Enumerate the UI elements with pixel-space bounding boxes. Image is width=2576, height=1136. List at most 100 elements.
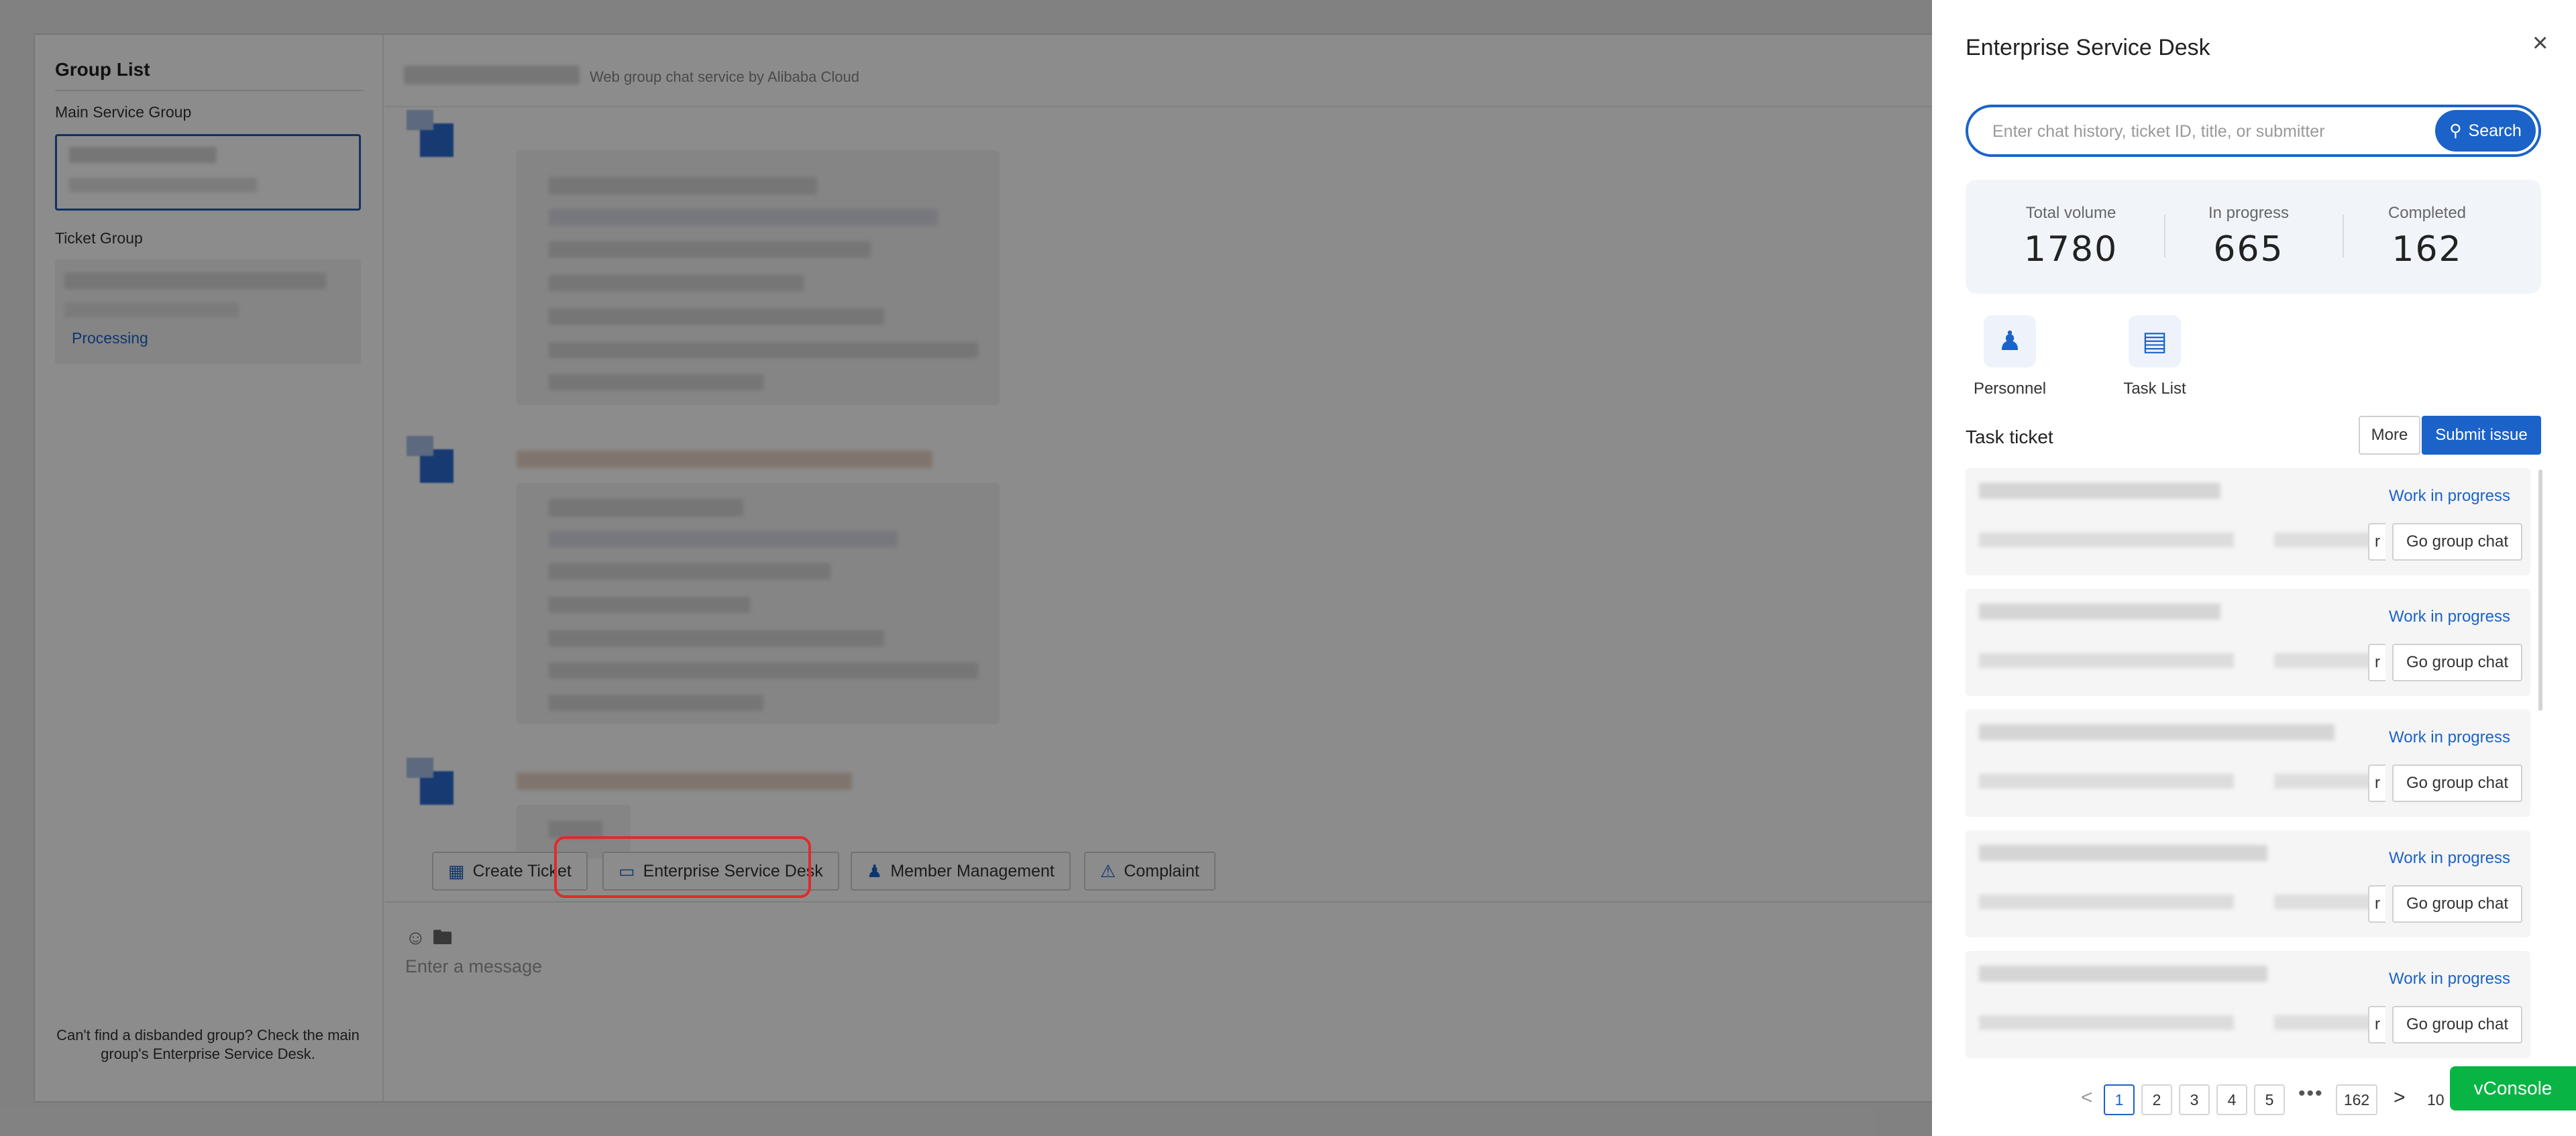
input-toolbar: ☺🖿 bbox=[405, 923, 460, 957]
stat-label: Completed bbox=[2387, 204, 2467, 222]
ticket-group-status: Processing bbox=[72, 329, 148, 347]
blurred-ticket-meta bbox=[1979, 1015, 2234, 1030]
ticket-status: Work in progress bbox=[2389, 608, 2510, 626]
blurred-ticket-title bbox=[1979, 604, 2220, 620]
stat-in-progress: In progress 665 bbox=[2171, 204, 2326, 270]
ticket-secondary-button[interactable]: r bbox=[2368, 764, 2385, 802]
blurred-chat-title bbox=[404, 66, 580, 84]
page-3[interactable]: 3 bbox=[2179, 1084, 2210, 1115]
search-box[interactable]: Enter chat history, ticket ID, title, or… bbox=[1966, 105, 2541, 157]
avatar bbox=[407, 436, 467, 496]
search-input[interactable]: Enter chat history, ticket ID, title, or… bbox=[1992, 122, 2325, 141]
go-group-chat-button[interactable]: Go group chat bbox=[2392, 1006, 2522, 1043]
ticket-item[interactable]: Work in progress r Go group chat bbox=[1966, 709, 2530, 817]
ticket-secondary-button[interactable]: r bbox=[2368, 1006, 2385, 1043]
stat-divider bbox=[2164, 215, 2165, 258]
blurred-sender bbox=[517, 773, 852, 790]
ticket-item[interactable]: Work in progress r Go group chat bbox=[1966, 589, 2530, 696]
group-list-sidebar: Group List Main Service Group Ticket Gro… bbox=[35, 35, 384, 1101]
folder-icon[interactable]: 🖿 bbox=[433, 927, 460, 949]
ticket-status: Work in progress bbox=[2389, 487, 2510, 505]
emoji-icon[interactable]: ☺ bbox=[405, 927, 433, 949]
blurred-ticket-title bbox=[1979, 845, 2267, 861]
stat-completed: Completed 162 bbox=[2350, 204, 2504, 270]
blurred-ticket-meta bbox=[2274, 532, 2381, 547]
more-button[interactable]: More bbox=[2359, 416, 2420, 455]
personnel-label: Personnel bbox=[1973, 380, 2047, 398]
go-group-chat-button[interactable]: Go group chat bbox=[2392, 523, 2522, 561]
blurred-ticket-title bbox=[1979, 483, 2220, 499]
ticket-status: Work in progress bbox=[2389, 728, 2510, 746]
personnel-shortcut[interactable]: ♟ Personnel bbox=[1963, 315, 2057, 398]
task-ticket-heading: Task ticket bbox=[1966, 427, 2053, 447]
main-service-group-label: Main Service Group bbox=[55, 103, 192, 121]
drawer-title: Enterprise Service Desk bbox=[1966, 35, 2210, 60]
blurred-ticket-meta bbox=[1979, 653, 2234, 668]
page-1[interactable]: 1 bbox=[2104, 1084, 2135, 1115]
ticket-stats-panel: Total volume 1780 In progress 665 Comple… bbox=[1966, 180, 2541, 294]
page-5[interactable]: 5 bbox=[2254, 1084, 2285, 1115]
task-list-label: Task List bbox=[2123, 380, 2186, 398]
search-icon: ⚲ bbox=[2449, 121, 2462, 140]
ticket-secondary-button[interactable]: r bbox=[2368, 885, 2385, 923]
blurred-ticket-meta bbox=[1979, 895, 2234, 909]
stat-label: In progress bbox=[2208, 204, 2290, 222]
stat-divider bbox=[2343, 215, 2344, 258]
stat-total-volume: Total volume 1780 bbox=[1994, 204, 2148, 270]
main-service-group-card[interactable] bbox=[55, 134, 361, 211]
user-icon: ♟ bbox=[867, 860, 883, 881]
complaint-label: Complaint bbox=[1124, 861, 1199, 881]
ticket-item[interactable]: Work in progress r Go group chat bbox=[1966, 830, 2530, 938]
go-group-chat-button[interactable]: Go group chat bbox=[2392, 764, 2522, 802]
ticket-secondary-button[interactable]: r bbox=[2368, 523, 2385, 561]
alarm-icon: ⚠ bbox=[1100, 860, 1116, 881]
ticket-group-card[interactable]: Processing bbox=[55, 260, 361, 364]
disbanded-group-hint: Can't find a disbanded group? Check the … bbox=[56, 1027, 360, 1062]
member-management-label: Member Management bbox=[890, 861, 1055, 881]
blurred-ticket-meta bbox=[2274, 774, 2381, 789]
blurred-ticket-group-detail bbox=[64, 302, 239, 317]
chat-message-bubble bbox=[517, 483, 1000, 724]
blurred-ticket-meta bbox=[2274, 1015, 2381, 1030]
complaint-button[interactable]: ⚠ Complaint bbox=[1084, 852, 1216, 891]
vconsole-button[interactable]: vConsole bbox=[2450, 1066, 2576, 1111]
ticket-group-label: Ticket Group bbox=[55, 229, 143, 247]
ticket-list-scrollbar[interactable] bbox=[2538, 469, 2542, 711]
ticket-item[interactable]: Work in progress r Go group chat bbox=[1966, 468, 2530, 575]
ticket-item[interactable]: Work in progress r Go group chat bbox=[1966, 951, 2530, 1058]
blurred-ticket-meta bbox=[1979, 774, 2234, 789]
member-management-button[interactable]: ♟ Member Management bbox=[851, 852, 1071, 891]
close-icon[interactable]: × bbox=[2532, 30, 2548, 56]
blurred-ticket-meta bbox=[1979, 532, 2234, 547]
stat-value: 162 bbox=[2392, 229, 2463, 270]
submit-issue-button[interactable]: Submit issue bbox=[2422, 416, 2541, 455]
chat-subtitle: Web group chat service by Alibaba Cloud bbox=[590, 68, 859, 85]
go-group-chat-button[interactable]: Go group chat bbox=[2392, 885, 2522, 923]
blurred-ticket-group-name bbox=[64, 273, 326, 289]
search-button[interactable]: ⚲ Search bbox=[2435, 110, 2536, 152]
blurred-sender bbox=[517, 451, 932, 468]
task-list-icon: ▤ bbox=[2129, 315, 2181, 367]
blurred-ticket-title bbox=[1979, 724, 2334, 740]
blurred-ticket-meta bbox=[2274, 653, 2381, 668]
ticket-secondary-button[interactable]: r bbox=[2368, 644, 2385, 681]
message-input-placeholder: Enter a message bbox=[405, 956, 543, 976]
stat-value: 1780 bbox=[2023, 229, 2118, 270]
ticket-status: Work in progress bbox=[2389, 849, 2510, 867]
task-list-shortcut[interactable]: ▤ Task List bbox=[2108, 315, 2202, 398]
page-last[interactable]: 162 bbox=[2336, 1084, 2377, 1115]
chat-message-bubble bbox=[517, 150, 1000, 405]
next-page-icon[interactable]: > bbox=[2394, 1086, 2406, 1109]
page-2[interactable]: 2 bbox=[2141, 1084, 2172, 1115]
page-ellipsis[interactable]: ••• bbox=[2298, 1082, 2324, 1105]
sidebar-title: Group List bbox=[55, 59, 150, 80]
page-4[interactable]: 4 bbox=[2216, 1084, 2247, 1115]
sidebar-divider bbox=[55, 90, 364, 91]
blurred-ticket-title bbox=[1979, 966, 2267, 982]
avatar bbox=[407, 758, 467, 818]
ticket-icon: ▦ bbox=[448, 860, 465, 881]
go-group-chat-button[interactable]: Go group chat bbox=[2392, 644, 2522, 681]
stat-value: 665 bbox=[2213, 229, 2284, 270]
highlight-annotation bbox=[554, 836, 811, 898]
prev-page-icon[interactable]: < bbox=[2081, 1086, 2093, 1109]
